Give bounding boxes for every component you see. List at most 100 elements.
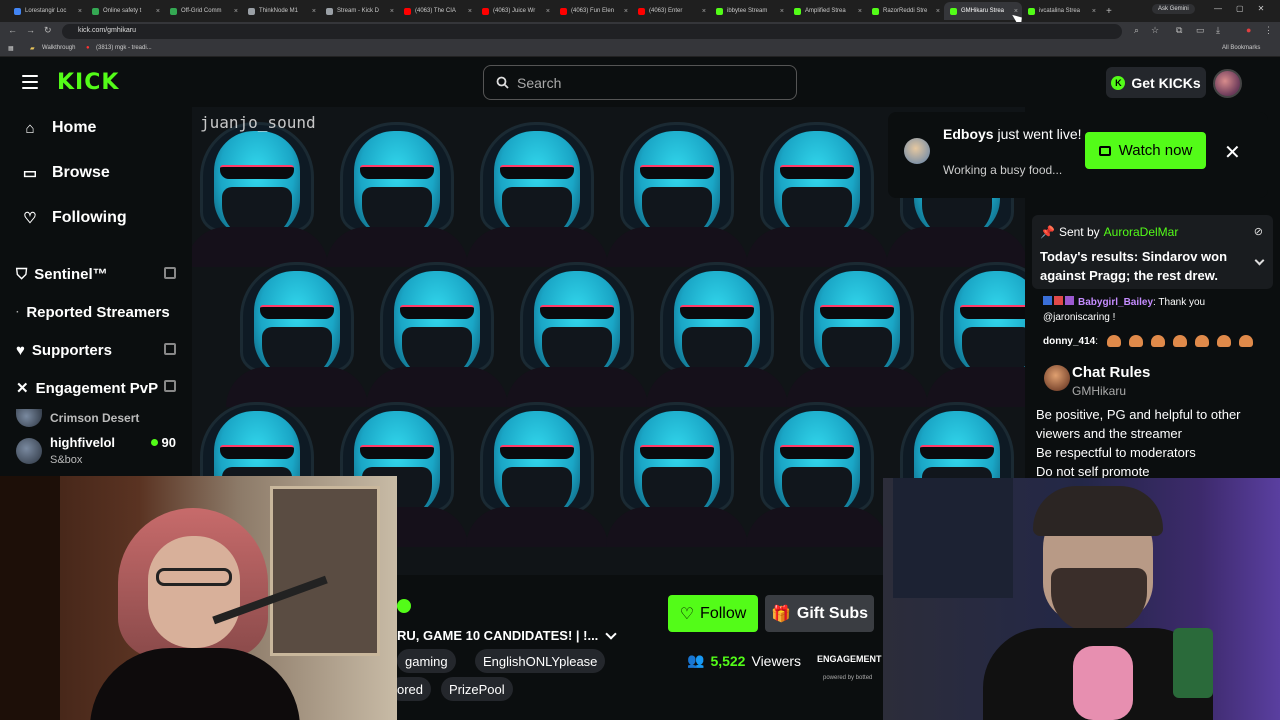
tab-close-icon[interactable]: × — [702, 8, 706, 15]
viewer-count-value: 90 — [161, 435, 176, 450]
follow-button[interactable]: ♡ Follow — [668, 595, 758, 632]
sidebar-item-browse[interactable]: ▭ Browse — [22, 164, 110, 182]
minimize-icon[interactable]: — — [1214, 4, 1222, 13]
sidebar-item-home[interactable]: ⌂ Home — [22, 119, 96, 137]
tag-prizepool[interactable]: PrizePool — [441, 677, 513, 701]
expand-chevron-icon[interactable] — [1254, 255, 1265, 266]
tab-close-icon[interactable]: × — [390, 8, 394, 15]
sidebar-item-sentinel[interactable]: ⛉ Sentinel™ — [16, 266, 178, 283]
browser-tab[interactable]: (4063) Enter × — [632, 2, 710, 20]
tab-close-icon[interactable]: × — [156, 8, 160, 15]
maximize-icon[interactable]: ▢ — [1236, 4, 1244, 13]
tab-favicon-icon — [482, 7, 489, 15]
bookmark-mgk[interactable]: (3813) mgk - treadi... — [96, 45, 152, 51]
browser-tab[interactable]: Stream - Kick D × — [320, 2, 398, 20]
ask-gemini-button[interactable]: Ask Gemini — [1152, 4, 1195, 14]
watch-now-button[interactable]: Watch now — [1085, 132, 1206, 169]
browser-tab[interactable]: Off-Grid Comm × — [164, 2, 242, 20]
pinned-prefix: Sent by — [1058, 225, 1100, 239]
tv-icon — [1098, 145, 1111, 156]
browser-tab[interactable]: GMHikaru Strea × — [944, 2, 1022, 20]
sidebar-item-following[interactable]: ♡ Following — [22, 209, 126, 227]
tag-gaming[interactable]: gaming — [397, 649, 456, 673]
sidebar-item-reported-streamers[interactable]: · Reported Streamers — [16, 304, 178, 321]
tab-close-icon[interactable]: × — [780, 8, 784, 15]
address-bar-row: ← → ↻ kick.com/gmhikaru ⌕ ☆ ⧉ ▭ ⤓ ● ⋮ — [0, 22, 1280, 41]
sidebar: ⌂ Home ▭ Browse ♡ Following ⛉ Sentinel™ … — [0, 107, 192, 477]
chat-username[interactable]: donny_414 — [1043, 336, 1095, 347]
zoom-icon[interactable]: ⌕ — [1134, 25, 1139, 36]
emote-icon — [1194, 335, 1209, 348]
browser-tab[interactable]: ivcatalina Strea × — [1022, 2, 1100, 20]
user-avatar[interactable] — [1213, 69, 1242, 98]
browser-tab[interactable]: (4063) The CIA × — [398, 2, 476, 20]
browser-tab[interactable]: RazorReddi Stre × — [866, 2, 944, 20]
webcam-person-body — [90, 648, 300, 720]
all-bookmarks[interactable]: All Bookmarks — [1222, 45, 1260, 51]
forward-icon[interactable]: → — [26, 25, 35, 35]
tab-label: Stream - Kick D — [337, 8, 380, 14]
hide-pin-icon[interactable]: ⊘ — [1254, 225, 1263, 238]
engagement-label[interactable]: ENGAGEMENT — [817, 654, 882, 664]
tag-englishonlyplease[interactable]: EnglishONLYplease — [475, 649, 606, 673]
apps-icon[interactable]: ▦ — [8, 45, 14, 52]
live-notification: Edboys just went live! Working a busy fo… — [888, 112, 1268, 198]
close-window-icon[interactable]: ✕ — [1258, 4, 1265, 13]
chat-username[interactable]: Babygirl_Bailey — [1078, 297, 1153, 308]
emote-icon — [1216, 335, 1231, 348]
browser-tab[interactable]: Lorestangir Loc × — [8, 2, 86, 20]
tab-close-icon[interactable]: × — [936, 8, 940, 15]
browser-tab[interactable]: (4063) Juice Wr × — [476, 2, 554, 20]
dot-icon: · — [16, 307, 20, 318]
pinned-user[interactable]: AuroraDelMar — [1104, 225, 1179, 239]
window-controls: — ▢ ✕ — [1214, 4, 1264, 13]
browser-tab[interactable]: ThinkNode M1 × — [242, 2, 320, 20]
extensions-icon[interactable]: ⧉ — [1176, 25, 1182, 36]
tab-close-icon[interactable]: × — [78, 8, 82, 15]
download-icon[interactable]: ⤓ — [1216, 25, 1220, 36]
tab-close-icon[interactable]: × — [858, 8, 862, 15]
browser-tab[interactable]: ibbytee Stream × — [710, 2, 788, 20]
follow-label: Follow — [700, 604, 747, 622]
video-face-tile — [366, 257, 508, 407]
shirt-graphic — [1073, 646, 1133, 720]
tab-label: Off-Grid Comm — [181, 8, 222, 14]
gift-subs-button[interactable]: 🎁 Gift Subs — [765, 595, 874, 632]
tab-close-icon[interactable]: × — [1092, 8, 1096, 15]
sidebar-item-engagement-pvp[interactable]: ✕ Engagement PvP — [16, 379, 178, 397]
sidepanel-icon[interactable]: ▭ — [1196, 25, 1205, 36]
new-tab-icon[interactable]: + — [1106, 6, 1112, 17]
home-icon: ⌂ — [25, 119, 35, 137]
search-input[interactable] — [517, 74, 777, 91]
sidebar-channel[interactable]: Crimson Desert — [16, 409, 178, 427]
browser-menu-icon[interactable]: ⋮ — [1264, 25, 1273, 36]
tab-close-icon[interactable]: × — [624, 8, 628, 15]
tab-close-icon[interactable]: × — [546, 8, 550, 15]
channel-avatar — [16, 437, 42, 464]
tab-close-icon[interactable]: × — [234, 8, 238, 15]
search-box[interactable] — [483, 65, 797, 100]
reload-icon[interactable]: ↻ — [44, 25, 52, 36]
site-header: KICK K Get KICKs — [0, 57, 1280, 107]
bookmark-star-icon[interactable]: ☆ — [1151, 25, 1159, 36]
profile-icon[interactable]: ● — [1246, 25, 1251, 35]
bookmark-walkthrough[interactable]: Walkthrough — [42, 45, 75, 51]
pinned-header: 📌 Sent by AuroraDelMar — [1040, 225, 1178, 239]
sidebar-channel[interactable]: highfivelol S&box 90 — [16, 435, 178, 466]
browser-tab[interactable]: (4063) Fun Elen × — [554, 2, 632, 20]
browser-tab[interactable]: Amplified Strea × — [788, 2, 866, 20]
sidebar-item-supporters[interactable]: ♥ Supporters — [16, 342, 178, 359]
tab-close-icon[interactable]: × — [312, 8, 316, 15]
chat-panel: 📌 Sent by AuroraDelMar ⊘ Today's results… — [1025, 198, 1280, 479]
close-icon[interactable]: ✕ — [1224, 140, 1241, 165]
tab-close-icon[interactable]: × — [468, 8, 472, 15]
viewer-count: 👥 5,522 Viewers — [687, 652, 801, 669]
back-icon[interactable]: ← — [8, 25, 17, 35]
kick-logo[interactable]: KICK — [57, 70, 119, 95]
browser-tab[interactable]: Online safety t × — [86, 2, 164, 20]
chevron-down-icon[interactable] — [605, 628, 617, 640]
hamburger-menu-icon[interactable] — [22, 75, 38, 89]
tab-favicon-icon — [404, 7, 411, 15]
url-field[interactable]: kick.com/gmhikaru — [62, 24, 1122, 39]
get-kicks-button[interactable]: K Get KICKs — [1106, 67, 1206, 98]
